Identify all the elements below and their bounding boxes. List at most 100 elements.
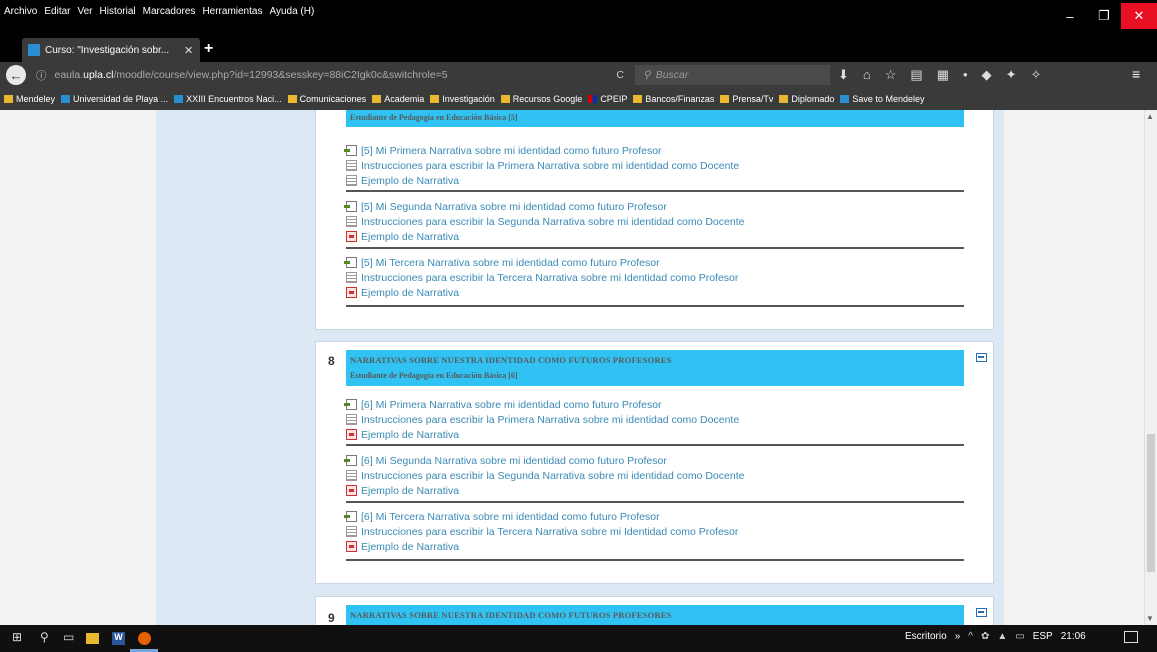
example-link[interactable]: Ejemplo de Narrativa — [346, 229, 964, 244]
search-input[interactable]: ⚲ Buscar — [635, 65, 830, 85]
assignment-link[interactable]: [5] Mi Tercera Narrativa sobre mi identi… — [344, 255, 964, 270]
bookmark-label: Save to Mendeley — [852, 94, 925, 104]
menu-ver[interactable]: Ver — [77, 6, 92, 17]
reload-icon[interactable]: C — [616, 69, 624, 81]
reader-icon[interactable]: ▤ — [910, 65, 922, 85]
collapse-section-icon[interactable] — [976, 608, 987, 617]
desktop-toolbar-label[interactable]: Escritorio — [905, 631, 947, 642]
extension-icon[interactable]: ◆ — [982, 65, 992, 85]
bookmark-item[interactable]: Save to Mendeley — [840, 94, 924, 104]
bookmark-item[interactable]: Recursos Google — [500, 94, 583, 104]
folder-icon — [779, 95, 789, 103]
browser-window: Archivo Editar Ver Historial Marcadores … — [0, 0, 1157, 652]
bookmark-item[interactable]: Prensa/Tv — [720, 94, 773, 104]
url-bar[interactable]: ⓘ eaula. upla.cl/moodle/course/view.php?i… — [30, 65, 630, 85]
pdf-icon — [346, 287, 357, 298]
home-icon[interactable]: ⌂ — [863, 65, 871, 85]
scroll-down-icon[interactable]: ▼ — [1146, 614, 1154, 623]
word-icon[interactable]: W — [112, 632, 125, 645]
instructions-link[interactable]: Instrucciones para escribir la Primera N… — [346, 412, 964, 427]
example-link[interactable]: Ejemplo de Narrativa — [346, 285, 964, 300]
assignment-link[interactable]: [5] Mi Primera Narrativa sobre mi identi… — [344, 143, 964, 158]
menu-historial[interactable]: Historial — [100, 6, 136, 17]
example-link[interactable]: Ejemplo de Narrativa — [346, 539, 964, 554]
assignment-link[interactable]: [6] Mi Segunda Narrativa sobre mi identi… — [344, 453, 964, 468]
pdf-icon — [346, 429, 357, 440]
bookmark-item[interactable]: CPEIP — [588, 94, 627, 104]
bookmark-item[interactable]: Bancos/Finanzas — [633, 94, 714, 104]
instructions-link[interactable]: Instrucciones para escribir la Segunda N… — [346, 468, 964, 483]
example-link[interactable]: Ejemplo de Narrativa — [346, 483, 964, 498]
tab-title: Curso: "Investigación sobr... — [45, 44, 170, 56]
instructions-link[interactable]: Instrucciones para escribir la Tercera N… — [346, 524, 964, 539]
section-subtitle: Estudiante de Pedagogía en Educación Bás… — [350, 371, 518, 380]
maximize-button[interactable]: ❐ — [1087, 3, 1121, 29]
example-link[interactable]: Ejemplo de Narrativa — [346, 173, 964, 188]
activity-label: Instrucciones para escribir la Primera N… — [361, 413, 740, 426]
minimize-button[interactable]: – — [1053, 3, 1087, 29]
assignment-link[interactable]: [6] Mi Tercera Narrativa sobre mi identi… — [344, 509, 964, 524]
section-number: 8 — [328, 354, 335, 368]
instructions-link[interactable]: Instrucciones para escribir la Tercera N… — [346, 270, 964, 285]
bookmark-item[interactable]: Diplomado — [779, 94, 834, 104]
menu-ayuda[interactable]: Ayuda (H) — [269, 6, 314, 17]
tab-course[interactable]: Curso: "Investigación sobr... ✕ — [22, 38, 200, 62]
system-tray: Escritorio » ^ ✿ ▲ ▭ ESP 21:06 — [905, 631, 1086, 642]
scroll-up-icon[interactable]: ▲ — [1146, 112, 1154, 121]
instructions-link[interactable]: Instrucciones para escribir la Primera N… — [346, 158, 964, 173]
close-window-button[interactable]: ✕ — [1121, 3, 1157, 29]
activity-label: Instrucciones para escribir la Tercera N… — [361, 271, 739, 284]
bookmark-item[interactable]: Academia — [372, 94, 424, 104]
menu-editar[interactable]: Editar — [44, 6, 70, 17]
menu-marcadores[interactable]: Marcadores — [143, 6, 196, 17]
bookmark-item[interactable]: Investigación — [430, 94, 495, 104]
language-indicator[interactable]: ESP — [1033, 631, 1053, 642]
menu-herramientas[interactable]: Herramientas — [202, 6, 262, 17]
bookmark-item[interactable]: Universidad de Playa ... — [61, 94, 168, 104]
activity-group: [6] Mi Tercera Narrativa sobre mi identi… — [344, 509, 964, 554]
activity-label: [6] Mi Tercera Narrativa sobre mi identi… — [361, 510, 660, 523]
search-icon[interactable]: ⚲ — [40, 630, 49, 644]
assignment-link[interactable]: [6] Mi Primera Narrativa sobre mi identi… — [344, 397, 964, 412]
instructions-link[interactable]: Instrucciones para escribir la Segunda N… — [346, 214, 964, 229]
network-icon[interactable]: ▭ — [1015, 631, 1024, 642]
activity-group: [5] Mi Tercera Narrativa sobre mi identi… — [344, 255, 964, 300]
section-number: 9 — [328, 611, 335, 625]
navigation-bar: ← ⓘ eaula. upla.cl/moodle/course/view.php… — [0, 62, 1157, 88]
menu-archivo[interactable]: Archivo — [4, 6, 37, 17]
extension-icon[interactable]: ✧ — [1030, 65, 1041, 85]
hamburger-menu-icon[interactable]: ≡ — [1132, 66, 1140, 82]
notifications-icon[interactable] — [1124, 631, 1138, 643]
folder-icon — [720, 95, 730, 103]
bookmark-item[interactable]: XXIII Encuentros Naci... — [174, 94, 282, 104]
file-explorer-icon[interactable] — [86, 633, 99, 644]
show-hidden-icons-icon[interactable]: ^ — [968, 631, 973, 642]
assignment-link[interactable]: [5] Mi Segunda Narrativa sobre mi identi… — [344, 199, 964, 214]
activity-divider — [346, 559, 964, 561]
bookmark-item[interactable]: Comunicaciones — [287, 94, 366, 104]
site-info-icon[interactable]: ⓘ — [36, 68, 47, 83]
collapse-section-icon[interactable] — [976, 353, 987, 362]
download-icon[interactable]: ⬇ — [838, 65, 849, 85]
task-view-icon[interactable]: ▭ — [63, 630, 74, 644]
mendeley-icon[interactable]: ▦ — [937, 65, 949, 85]
start-icon[interactable]: ⊞ — [12, 630, 22, 644]
bookmark-item[interactable]: Mendeley — [4, 94, 55, 104]
new-tab-button[interactable]: + — [204, 40, 213, 58]
back-button[interactable]: ← — [6, 65, 26, 85]
bookmark-star-icon[interactable]: ☆ — [885, 65, 897, 85]
app-tray-icon[interactable]: ✿ — [981, 631, 989, 642]
example-link[interactable]: Ejemplo de Narrativa — [346, 427, 964, 442]
scrollbar-thumb[interactable] — [1147, 434, 1155, 572]
bookmark-label: Recursos Google — [512, 94, 583, 104]
activity-label: Ejemplo de Narrativa — [361, 230, 460, 243]
tab-close-icon[interactable]: ✕ — [184, 44, 200, 57]
drive-icon[interactable]: ▲ — [997, 631, 1007, 642]
toolbar-chevron-icon[interactable]: » — [955, 631, 961, 642]
extension-icon[interactable]: • — [963, 65, 968, 85]
tab-strip: Curso: "Investigación sobr... ✕ + — [0, 32, 1157, 62]
folder-icon — [372, 95, 382, 103]
clock[interactable]: 21:06 — [1061, 631, 1086, 642]
extension-icon[interactable]: ✦ — [1006, 65, 1017, 85]
firefox-icon[interactable] — [138, 632, 151, 645]
